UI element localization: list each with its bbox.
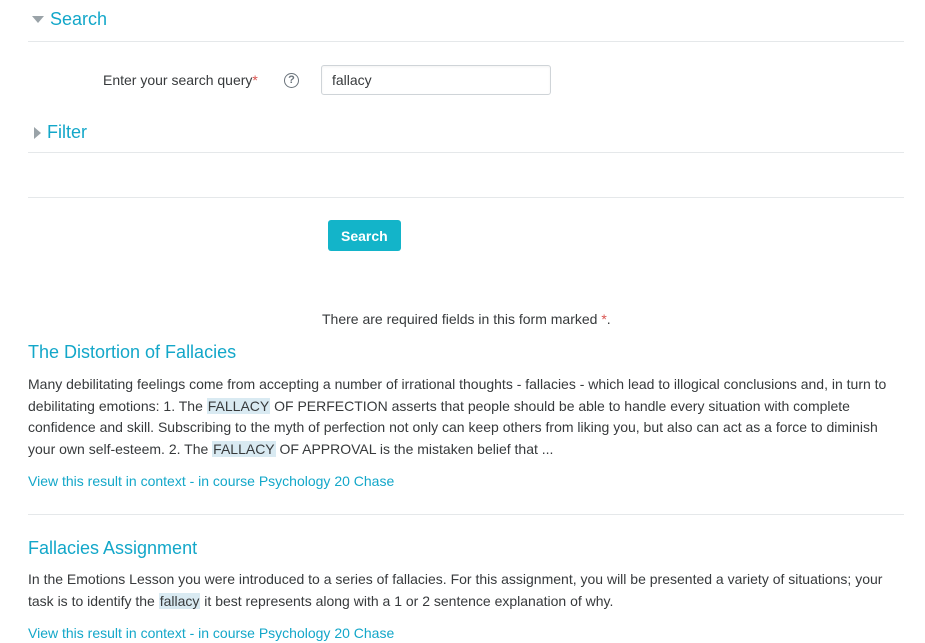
divider xyxy=(28,197,904,198)
result-snippet: Many debilitating feelings come from acc… xyxy=(28,374,906,460)
search-submit-button[interactable]: Search xyxy=(328,220,401,251)
result-snippet: In the Emotions Lesson you were introduc… xyxy=(28,569,906,612)
divider xyxy=(28,514,904,515)
divider xyxy=(28,152,904,153)
required-fields-note: There are required fields in this form m… xyxy=(322,311,611,327)
result-title[interactable]: The Distortion of Fallacies xyxy=(28,342,236,363)
result-title[interactable]: Fallacies Assignment xyxy=(28,538,197,559)
view-in-context-link[interactable]: View this result in context - in course … xyxy=(28,473,394,489)
required-note-end: . xyxy=(606,311,611,327)
view-in-context-link[interactable]: View this result in context - in course … xyxy=(28,625,394,641)
required-marker: * xyxy=(252,72,258,88)
question-circle-icon[interactable]: ? xyxy=(284,73,299,88)
search-section-title: Search xyxy=(50,9,108,29)
query-label: Enter your search query* xyxy=(103,72,258,88)
divider xyxy=(28,41,904,42)
required-note-text: There are required fields in this form m… xyxy=(322,311,598,327)
search-highlight: FALLACY xyxy=(212,440,276,457)
search-query-input[interactable] xyxy=(321,65,551,95)
query-label-text: Enter your search query xyxy=(103,72,253,88)
snippet-text: it best represents along with a 1 or 2 s… xyxy=(200,592,614,609)
filter-section-toggle[interactable]: Filter xyxy=(28,122,87,143)
filter-section-title: Filter xyxy=(47,122,87,142)
caret-down-icon xyxy=(32,16,44,23)
search-section-toggle[interactable]: Search xyxy=(28,9,107,30)
search-highlight: FALLACY xyxy=(206,397,271,414)
snippet-text: OF APPROVAL is the mistaken belief that … xyxy=(275,440,554,457)
caret-right-icon xyxy=(34,126,41,139)
search-highlight: fallacy xyxy=(158,592,201,609)
